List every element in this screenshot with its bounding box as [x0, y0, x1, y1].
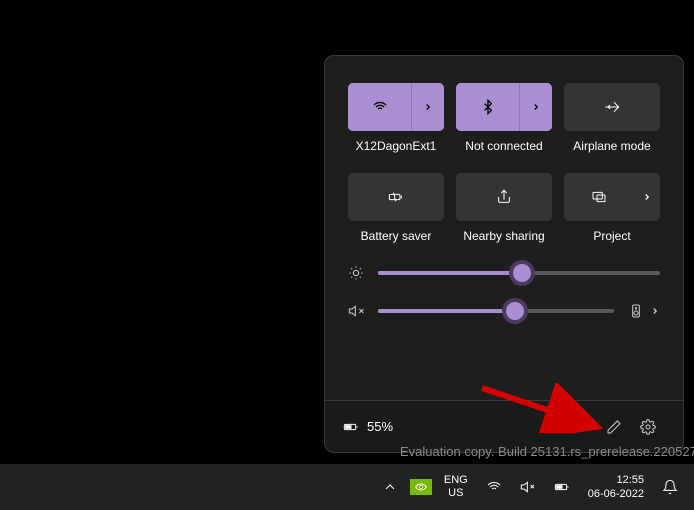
brightness-fill [378, 271, 522, 275]
clock-date-text: 06-06-2022 [588, 487, 644, 501]
nearby-share-icon [496, 189, 512, 205]
battery-percent: 55% [367, 419, 393, 434]
bluetooth-tile[interactable] [456, 83, 552, 131]
project-expand[interactable] [634, 173, 660, 221]
language-indicator[interactable]: ENG US [438, 474, 474, 500]
battery-saver-tile[interactable] [348, 173, 444, 221]
audio-output-button[interactable] [628, 303, 660, 319]
taskbar: ENG US 12:55 06-06-2022 [0, 464, 694, 510]
volume-tray-icon[interactable] [514, 473, 542, 501]
wifi-label: X12DagonExt1 [348, 139, 444, 153]
volume-muted-icon[interactable] [348, 303, 364, 319]
tiles-row-1-labels: X12DagonExt1 Not connected Airplane mode [348, 139, 660, 153]
wifi-tray-icon[interactable] [480, 473, 508, 501]
nvidia-icon [410, 479, 432, 495]
lang-top: ENG [444, 474, 468, 487]
evaluation-watermark: Evaluation copy. Build 25131.rs_prerelea… [400, 444, 694, 459]
airplane-tile[interactable] [564, 83, 660, 131]
volume-slider[interactable] [378, 309, 614, 313]
clock-time: 12:55 [588, 473, 644, 487]
quick-settings-panel: X12DagonExt1 Not connected Airplane mode [324, 55, 684, 453]
bluetooth-icon [480, 99, 496, 115]
project-tile[interactable] [564, 173, 660, 221]
edit-quick-settings-button[interactable] [597, 410, 631, 444]
chevron-right-icon [423, 102, 433, 112]
wifi-tile[interactable] [348, 83, 444, 131]
battery-icon [343, 419, 359, 435]
tray-chevron-up[interactable] [376, 473, 404, 501]
project-label: Project [564, 229, 660, 243]
battery-saver-label: Battery saver [348, 229, 444, 243]
tiles-row-2-labels: Battery saver Nearby sharing Project [348, 229, 660, 243]
volume-row [348, 303, 660, 319]
nearby-label: Nearby sharing [456, 229, 552, 243]
chevron-right-icon [531, 102, 541, 112]
chevron-right-icon [642, 192, 652, 202]
chevron-right-icon [650, 306, 660, 316]
project-toggle[interactable] [564, 173, 634, 221]
battery-status[interactable]: 55% [343, 419, 393, 435]
settings-button[interactable] [631, 410, 665, 444]
brightness-thumb[interactable] [509, 260, 535, 286]
volume-fill [378, 309, 515, 313]
wifi-icon [372, 99, 388, 115]
tiles-row-2 [348, 173, 660, 221]
project-icon [591, 189, 607, 205]
nearby-sharing-tile[interactable] [456, 173, 552, 221]
brightness-slider[interactable] [378, 271, 660, 275]
nvidia-tray-icon[interactable] [410, 473, 432, 501]
airplane-label: Airplane mode [564, 139, 660, 153]
lang-bottom: US [444, 487, 468, 500]
speaker-device-icon [628, 303, 644, 319]
bluetooth-expand[interactable] [519, 83, 552, 131]
wifi-toggle[interactable] [348, 83, 411, 131]
tiles-row-1 [348, 83, 660, 131]
battery-tray-icon[interactable] [548, 473, 576, 501]
bluetooth-toggle[interactable] [456, 83, 519, 131]
clock-date[interactable]: 12:55 06-06-2022 [582, 473, 650, 502]
battery-saver-icon [388, 189, 404, 205]
airplane-icon [604, 99, 620, 115]
tiles-area: X12DagonExt1 Not connected Airplane mode [325, 56, 683, 400]
brightness-icon [348, 265, 364, 281]
volume-thumb[interactable] [502, 298, 528, 324]
wifi-expand[interactable] [411, 83, 444, 131]
notifications-tray-icon[interactable] [656, 473, 684, 501]
brightness-row [348, 265, 660, 281]
bluetooth-label: Not connected [456, 139, 552, 153]
